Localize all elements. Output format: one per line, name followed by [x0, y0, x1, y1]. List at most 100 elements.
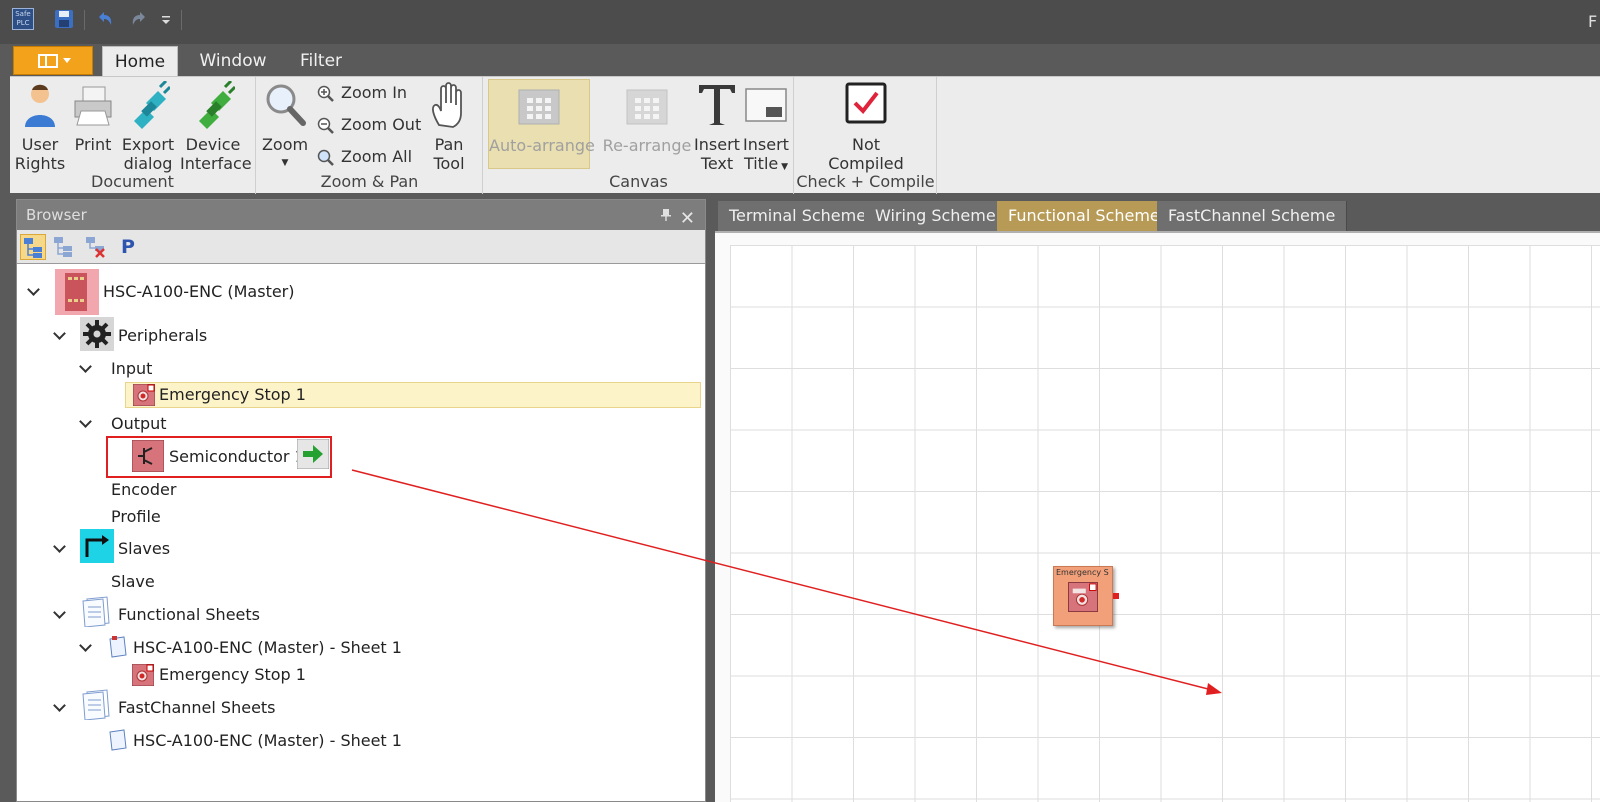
insert-title-label: Title — [743, 154, 779, 173]
chevron-down-icon[interactable] — [53, 606, 66, 619]
ribbon-group-canvas: Auto-arrange Re-arrange Insert Text Inse… — [484, 77, 794, 194]
zoom-out-label: Zoom Out — [341, 115, 422, 134]
plug-device-icon — [199, 81, 235, 129]
tree-label-slaves: Slaves — [118, 539, 171, 558]
chevron-down-icon[interactable] — [79, 415, 92, 428]
pin-icon[interactable] — [661, 209, 671, 221]
tree-label-output: Output — [111, 414, 167, 433]
output-port[interactable] — [1113, 593, 1119, 599]
auto-arrange-button[interactable]: Auto-arrange — [488, 79, 595, 169]
tree-remove-icon[interactable] — [83, 234, 109, 260]
chevron-down-icon[interactable] — [53, 699, 66, 712]
group-title-check-compile: Check + Compile — [796, 172, 935, 191]
undo-icon[interactable] — [94, 8, 116, 30]
auto-arrange-label: Auto-arrange — [489, 136, 595, 155]
tree-item-functional-sheets[interactable]: Functional Sheets — [17, 596, 697, 627]
hand-icon — [432, 82, 462, 128]
tree-add-icon[interactable] — [51, 234, 77, 260]
compile-status-label: Compiled — [828, 154, 904, 173]
user-rights-button[interactable]: User Rights — [14, 81, 66, 173]
chevron-down-icon[interactable] — [53, 540, 66, 553]
zoom-label: Zoom — [261, 135, 309, 154]
arrow-right-icon[interactable] — [297, 439, 329, 469]
chevron-down-icon: ▼ — [778, 162, 789, 172]
insert-title-button[interactable]: Insert Title ▼ — [740, 81, 792, 177]
re-arrange-button[interactable]: Re-arrange — [594, 79, 700, 155]
checkbox-checked-icon — [845, 82, 887, 124]
ribbon-group-zoom-pan: Zoom ▼ Zoom In Zoom Out Zoom All Pan Too… — [257, 77, 483, 194]
tree-item-peripherals[interactable]: Peripherals — [17, 317, 697, 351]
chevron-down-icon[interactable] — [79, 639, 92, 652]
properties-p-icon[interactable]: P — [115, 234, 141, 260]
application-menu-button[interactable] — [13, 46, 93, 75]
ribbon-group-check-compile: Not Compiled Check + Compile — [795, 77, 937, 194]
gear-icon — [80, 317, 114, 351]
canvas-frame: Emergency S — [715, 231, 1600, 802]
browser-header: Browser ✕ — [17, 200, 705, 230]
tree-item-input[interactable]: Input — [17, 357, 697, 381]
tree-label-peripherals: Peripherals — [118, 326, 208, 345]
tree-item-functional-sheet-1[interactable]: HSC-A100-ENC (Master) - Sheet 1 — [17, 636, 697, 660]
export-dialog-button[interactable]: Export dialog — [118, 81, 178, 173]
title-block-icon — [745, 88, 787, 122]
chevron-down-icon[interactable] — [79, 360, 92, 373]
tab-terminal-scheme[interactable]: Terminal Scheme — [718, 201, 879, 231]
device-interface-label: Device — [185, 135, 241, 154]
zoom-all-button[interactable]: Zoom All — [317, 146, 412, 168]
tab-functional-scheme[interactable]: Functional Scheme — [997, 201, 1172, 231]
print-button[interactable]: Print — [70, 81, 116, 154]
chevron-down-icon[interactable] — [53, 327, 66, 340]
tree-label-fastchannel-sheets: FastChannel Sheets — [118, 698, 276, 717]
redo-icon[interactable] — [128, 8, 150, 30]
tree-item-sheet-emergency-stop[interactable]: Emergency Stop 1 — [132, 663, 432, 687]
ribbon-group-document: User Rights Print Export dialog Device I… — [10, 77, 256, 194]
pan-tool-button[interactable]: Pan Tool — [423, 81, 475, 173]
tab-wiring-scheme[interactable]: Wiring Scheme — [864, 201, 1008, 231]
pan-tool-label: Pan — [434, 135, 464, 154]
save-icon[interactable] — [53, 8, 75, 30]
customize-toolbar-icon[interactable] — [160, 8, 172, 30]
tree-item-fastchannel-sheet-1[interactable]: HSC-A100-ENC (Master) - Sheet 1 — [17, 729, 697, 753]
device-interface-button[interactable]: Device Interface — [180, 81, 252, 173]
compile-status-button[interactable]: Not Compiled — [805, 81, 927, 173]
zoom-button[interactable]: Zoom ▼ — [261, 81, 309, 173]
tree-item-emergency-stop-input[interactable]: Emergency Stop 1 — [125, 382, 701, 408]
ribbon-tab-filter[interactable]: Filter — [290, 46, 352, 77]
emergency-stop-block[interactable]: Emergency S — [1053, 566, 1119, 626]
group-title-zoom-pan: Zoom & Pan — [320, 172, 419, 191]
tree-item-fastchannel-sheets[interactable]: FastChannel Sheets — [17, 689, 697, 720]
zoom-in-button[interactable]: Zoom In — [317, 82, 407, 104]
emergency-stop-icon — [1068, 582, 1098, 612]
insert-text-button[interactable]: Insert Text — [692, 81, 742, 173]
browser-panel: Browser ✕ P HSC-A100-ENC (Master) Periph… — [16, 199, 706, 802]
tree-item-slave[interactable]: Slave — [111, 570, 155, 594]
zoom-out-button[interactable]: Zoom Out — [317, 114, 421, 136]
magnifier-icon — [266, 84, 306, 126]
tree-item-profile[interactable]: Profile — [111, 505, 161, 529]
title-bar: Safe PLC F — [0, 0, 1600, 44]
semiconductor-icon — [132, 440, 164, 472]
tree-label-semiconductor: Semiconductor 1 — [169, 447, 305, 466]
ribbon-tab-window[interactable]: Window — [188, 46, 278, 77]
scheme-canvas[interactable]: Emergency S — [730, 245, 1600, 802]
pan-tool-label: Tool — [433, 154, 465, 173]
toolbar-separator — [181, 10, 182, 30]
toolbar-separator — [84, 10, 85, 30]
chevron-down-icon[interactable] — [27, 283, 40, 296]
tree-label-profile: Profile — [111, 507, 161, 526]
zoom-all-icon — [317, 149, 334, 166]
tree-label-fastchannel-sheet-1: HSC-A100-ENC (Master) - Sheet 1 — [133, 731, 402, 750]
emergency-stop-icon — [133, 384, 155, 406]
user-rights-label: User — [21, 135, 59, 154]
tree-item-encoder[interactable]: Encoder — [111, 478, 176, 502]
re-arrange-label: Re-arrange — [602, 136, 692, 155]
tab-fastchannel-scheme[interactable]: FastChannel Scheme — [1157, 201, 1348, 231]
tree-item-output[interactable]: Output — [17, 412, 697, 436]
tree-item-master[interactable]: HSC-A100-ENC (Master) — [17, 269, 697, 315]
ribbon-tab-home[interactable]: Home — [102, 46, 178, 77]
tree-item-slaves[interactable]: Slaves — [17, 529, 697, 563]
tree-view-icon[interactable] — [20, 234, 46, 260]
sheet-icon — [109, 636, 127, 658]
tree-item-semiconductor[interactable]: Semiconductor 1 — [132, 439, 332, 472]
tree-label-functional-sheets: Functional Sheets — [118, 605, 260, 624]
